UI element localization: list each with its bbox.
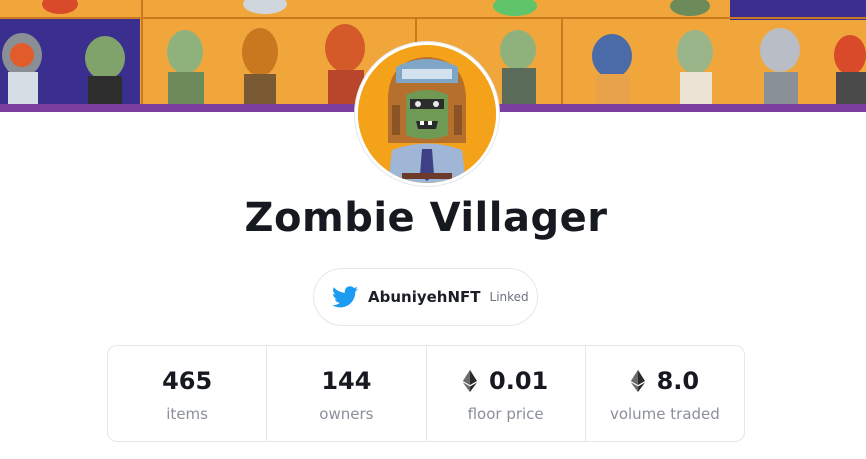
stat-value: 0.01 xyxy=(463,365,548,397)
stat-items: 465 items xyxy=(108,346,268,441)
avatar-image xyxy=(358,45,496,183)
collection-stats: 465 items 144 owners 0.01 floor price 8.… xyxy=(107,345,745,442)
stat-value: 465 xyxy=(162,365,212,397)
stat-volume-traded: 8.0 volume traded xyxy=(586,346,744,441)
stat-label: floor price xyxy=(467,404,544,423)
stat-label: items xyxy=(166,404,208,423)
collection-title: Zombie Villager xyxy=(244,195,608,241)
floor-price-value: 0.01 xyxy=(489,366,549,395)
stat-value: 8.0 xyxy=(630,365,700,397)
stat-floor-price: 0.01 floor price xyxy=(427,346,586,441)
owners-count: 144 xyxy=(321,366,372,395)
twitter-link[interactable]: AbuniyehNFT Linked xyxy=(313,268,538,326)
zombie-avatar-art xyxy=(358,45,496,183)
stat-value: 144 xyxy=(321,365,371,397)
stat-label: owners xyxy=(319,404,374,423)
stat-label: volume traded xyxy=(609,404,720,423)
twitter-icon xyxy=(332,286,358,308)
linked-status: Linked xyxy=(489,290,529,304)
twitter-handle: AbuniyehNFT xyxy=(368,288,481,306)
ethereum-icon xyxy=(463,369,478,392)
ethereum-icon xyxy=(630,369,645,392)
collection-avatar xyxy=(355,42,499,186)
volume-traded-value: 8.0 xyxy=(656,366,700,395)
stat-owners: 144 owners xyxy=(267,346,427,441)
items-count: 465 xyxy=(162,366,213,395)
